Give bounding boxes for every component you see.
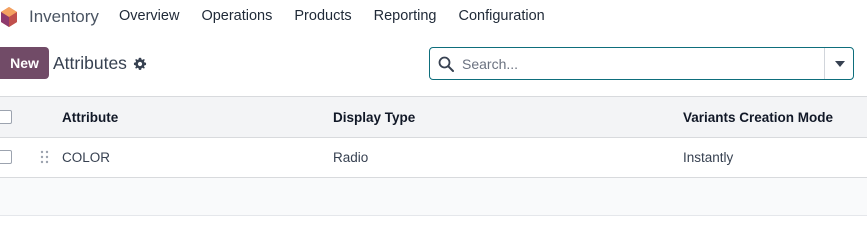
search-input[interactable] [462, 52, 812, 76]
column-header-display-type[interactable]: Display Type [333, 110, 415, 125]
cell-display-type[interactable]: Radio [333, 150, 368, 165]
column-header-attribute[interactable]: Attribute [62, 110, 118, 125]
column-header-creation-mode[interactable]: Variants Creation Mode [683, 110, 833, 125]
menu-configuration[interactable]: Configuration [458, 8, 544, 24]
menu-products[interactable]: Products [294, 8, 351, 24]
menu-reporting[interactable]: Reporting [374, 8, 437, 24]
odoo-inventory-logo-icon[interactable] [0, 6, 18, 28]
table-row[interactable]: COLOR Radio Instantly [0, 138, 867, 178]
cell-attribute[interactable]: COLOR [62, 150, 110, 165]
app-name[interactable]: Inventory [29, 7, 99, 27]
empty-table-row [0, 178, 867, 216]
row-checkbox[interactable] [0, 150, 12, 164]
main-menu: Overview Operations Products Reporting C… [119, 8, 567, 24]
cell-creation-mode[interactable]: Instantly [683, 150, 733, 165]
menu-overview[interactable]: Overview [119, 8, 179, 24]
menu-operations[interactable]: Operations [201, 8, 272, 24]
page-title: Attributes [53, 53, 127, 73]
drag-handle-icon[interactable] [40, 150, 49, 164]
caret-down-icon[interactable] [835, 61, 845, 67]
gear-icon[interactable] [133, 57, 147, 71]
search-icon [438, 56, 454, 72]
top-navbar: Inventory Overview Operations Products R… [0, 0, 867, 34]
search-box [429, 47, 854, 80]
search-divider [824, 48, 825, 79]
new-button[interactable]: New [0, 47, 49, 79]
select-all-checkbox[interactable] [0, 110, 12, 124]
table-header: Attribute Display Type Variants Creation… [0, 96, 867, 138]
